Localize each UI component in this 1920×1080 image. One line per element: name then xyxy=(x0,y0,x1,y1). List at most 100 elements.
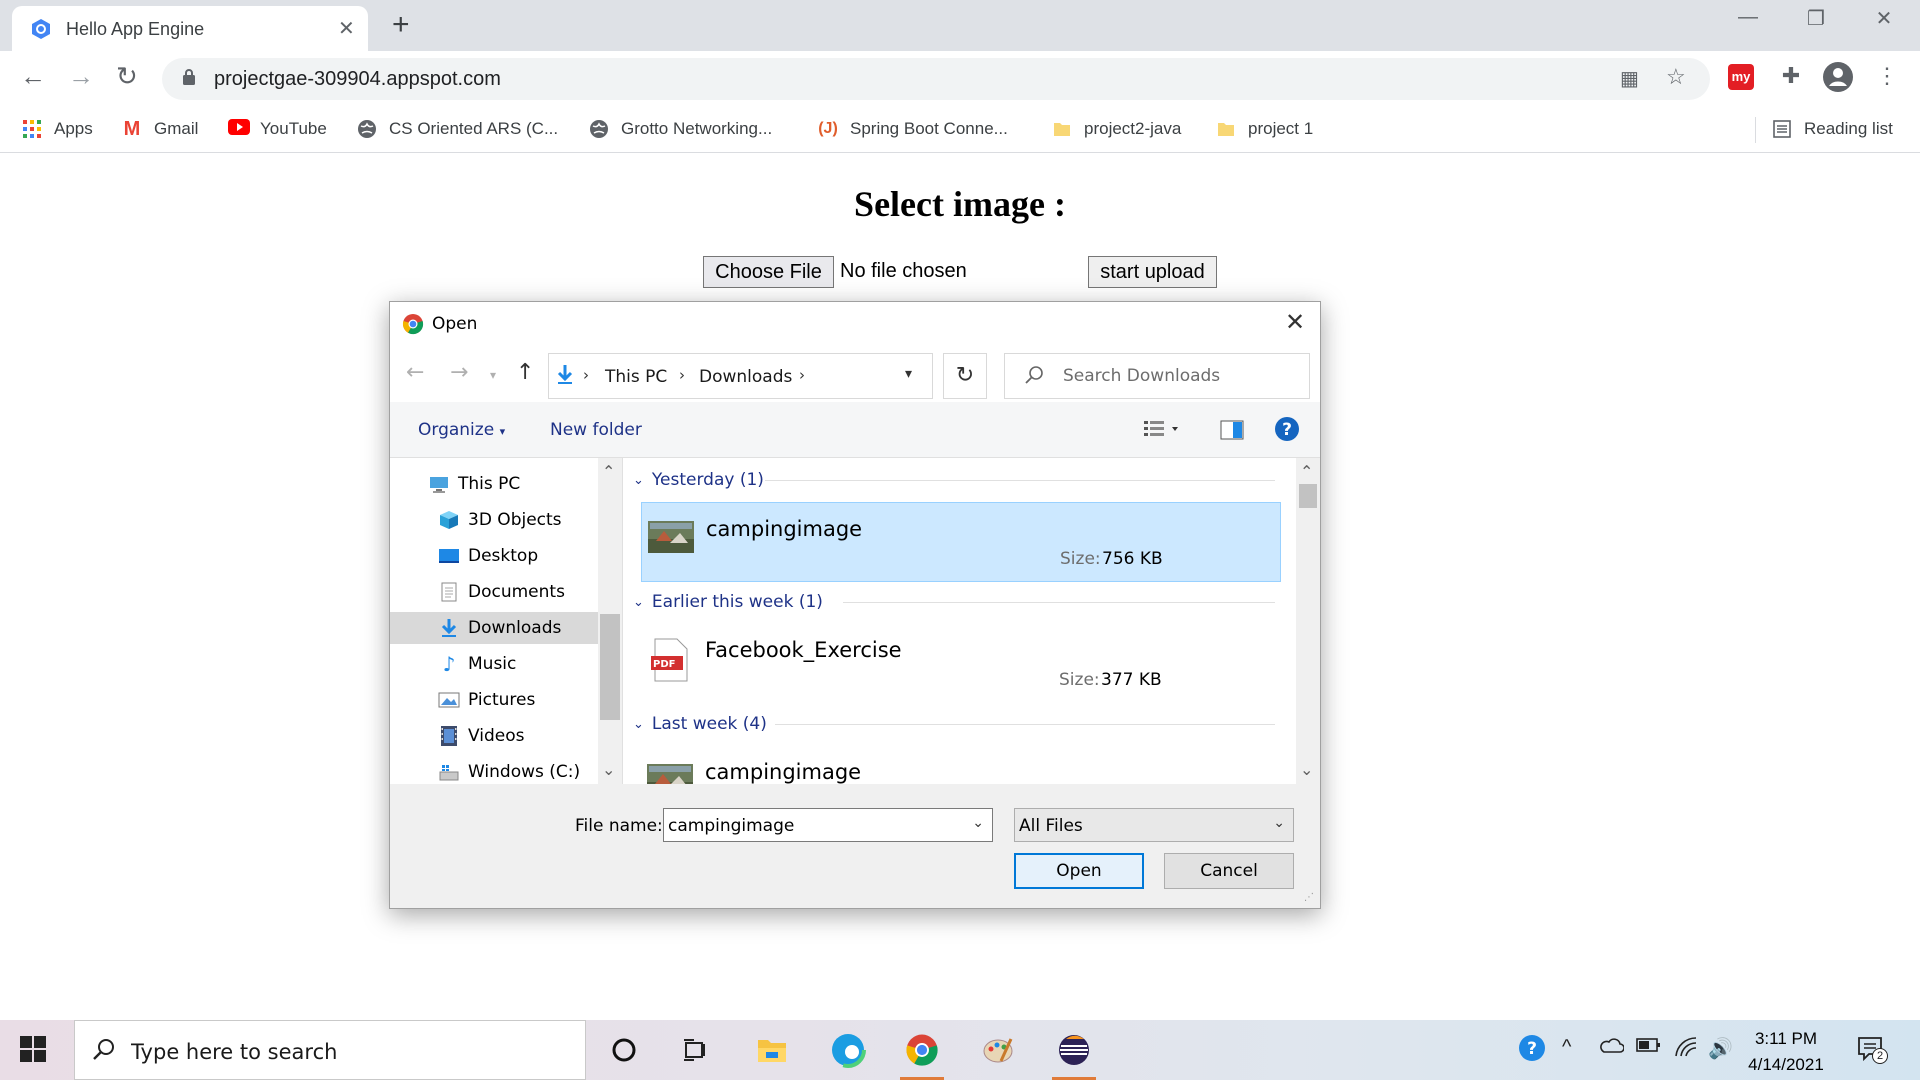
onedrive-icon[interactable] xyxy=(1598,1036,1625,1060)
reading-list-button[interactable]: Reading list xyxy=(1772,115,1893,143)
taskbar-clock[interactable]: 3:11 PM 4/14/2021 xyxy=(1738,1026,1834,1078)
task-view-icon[interactable] xyxy=(670,1026,722,1074)
chevron-down-icon[interactable]: ⌄ xyxy=(972,815,984,831)
nav-item-documents[interactable]: Documents xyxy=(390,576,598,608)
organize-menu[interactable]: Organize ▾ xyxy=(418,420,505,440)
file-item-facebook-exercise[interactable]: PDF Facebook_Exercise Size: 377 KB xyxy=(641,624,1281,704)
restore-button[interactable]: ❐ xyxy=(1786,6,1846,38)
group-header-label: Earlier this week (1) xyxy=(651,592,823,612)
scroll-up-icon[interactable]: ⌃ xyxy=(1300,462,1313,481)
start-upload-button[interactable]: start upload xyxy=(1088,256,1217,288)
edge-icon[interactable] xyxy=(822,1026,874,1074)
nav-item-windows-c[interactable]: Windows (C:) xyxy=(390,756,598,788)
address-dropdown-icon[interactable]: ▾ xyxy=(905,366,912,382)
dialog-search-box[interactable] xyxy=(1004,353,1310,399)
file-item-campingimage-2[interactable]: campingimage xyxy=(641,746,1281,784)
nav-item-videos[interactable]: Videos xyxy=(390,720,598,752)
group-header-earlier-this-week[interactable]: ⌄ Earlier this week (1) xyxy=(633,590,1293,614)
help-icon[interactable]: ? xyxy=(1274,416,1300,446)
recent-locations-icon[interactable]: ▾ xyxy=(490,368,496,382)
close-tab-icon[interactable]: ✕ xyxy=(338,16,355,41)
bookmark-star-icon[interactable]: ☆ xyxy=(1666,64,1686,90)
nav-item-downloads[interactable]: Downloads xyxy=(390,612,598,644)
file-name-input[interactable] xyxy=(668,815,958,837)
new-tab-button[interactable]: + xyxy=(392,8,410,42)
open-button[interactable]: Open xyxy=(1014,853,1144,889)
cube-icon xyxy=(438,509,460,531)
dialog-back-button[interactable]: ← xyxy=(406,360,424,385)
scroll-down-icon[interactable]: ⌄ xyxy=(1300,760,1313,779)
notification-count-badge: 2 xyxy=(1872,1048,1888,1064)
menu-kebab-icon[interactable]: ⋮ xyxy=(1872,63,1902,93)
bookmark-gmail[interactable]: M Gmail xyxy=(122,115,199,143)
folder-icon xyxy=(1052,119,1072,139)
nav-item-this-pc[interactable]: This PC xyxy=(390,468,598,500)
new-folder-button[interactable]: New folder xyxy=(550,420,642,440)
taskbar-search-box[interactable] xyxy=(74,1020,586,1080)
dialog-address-bar[interactable]: › This PC › Downloads › ▾ xyxy=(548,353,933,399)
close-dialog-icon[interactable]: ✕ xyxy=(1285,308,1305,336)
battery-icon[interactable] xyxy=(1636,1036,1662,1060)
nav-item-3d-objects[interactable]: 3D Objects xyxy=(390,504,598,536)
group-header-last-week[interactable]: ⌄ Last week (4) xyxy=(633,712,1293,736)
breadcrumb-this-pc[interactable]: This PC xyxy=(605,367,667,387)
cancel-button[interactable]: Cancel xyxy=(1164,853,1294,889)
profile-avatar-icon[interactable] xyxy=(1822,61,1853,92)
dialog-search-input[interactable] xyxy=(1063,364,1303,388)
nav-item-pictures[interactable]: Pictures xyxy=(390,684,598,716)
breadcrumb-downloads[interactable]: Downloads xyxy=(699,367,792,387)
choose-file-button[interactable]: Choose File xyxy=(703,256,834,288)
bookmark-project2-java[interactable]: project2-java xyxy=(1052,115,1181,143)
scroll-thumb[interactable] xyxy=(600,614,620,720)
scroll-up-icon[interactable]: ⌃ xyxy=(602,462,615,481)
file-list-scrollbar[interactable]: ⌃ ⌄ xyxy=(1296,458,1320,784)
bookmark-grotto[interactable]: Grotto Networking... xyxy=(589,115,772,143)
chrome-taskbar-icon[interactable] xyxy=(896,1026,948,1080)
wifi-icon[interactable] xyxy=(1674,1036,1698,1064)
file-explorer-icon[interactable] xyxy=(746,1026,798,1074)
up-folder-button[interactable]: ↑ xyxy=(516,360,534,385)
help-tray-icon[interactable]: ? xyxy=(1518,1034,1546,1068)
resize-grip-icon[interactable]: ⋰ xyxy=(1304,892,1314,903)
scroll-thumb[interactable] xyxy=(1299,484,1317,508)
view-options-icon[interactable] xyxy=(1142,418,1182,444)
eclipse-icon[interactable] xyxy=(1048,1026,1100,1080)
close-window-button[interactable]: ✕ xyxy=(1854,6,1914,38)
file-type-select[interactable]: All Files ⌄ xyxy=(1014,808,1294,842)
chevron-down-icon: ⌄ xyxy=(1273,815,1285,831)
paint-icon[interactable] xyxy=(972,1026,1024,1074)
nav-item-desktop[interactable]: Desktop xyxy=(390,540,598,572)
taskbar-search-input[interactable] xyxy=(131,1038,551,1066)
bookmark-spring-boot[interactable]: (J) Spring Boot Conne... xyxy=(818,115,1008,143)
reload-button[interactable]: ↻ xyxy=(116,61,138,92)
group-header-yesterday[interactable]: ⌄ Yesterday (1) xyxy=(633,468,1293,492)
search-icon xyxy=(93,1039,114,1060)
bookmark-youtube[interactable]: YouTube xyxy=(228,115,327,143)
browser-tab[interactable]: Hello App Engine ✕ xyxy=(12,6,368,51)
nav-item-music[interactable]: ♪ Music xyxy=(390,648,598,680)
scroll-down-icon[interactable]: ⌄ xyxy=(602,760,615,779)
refresh-button[interactable]: ↻ xyxy=(943,353,987,399)
file-name-combobox[interactable]: ⌄ xyxy=(663,808,993,842)
windows-start-icon[interactable] xyxy=(20,1036,46,1067)
qr-code-icon[interactable]: ▦ xyxy=(1620,66,1639,91)
file-item-campingimage[interactable]: campingimage Size: 756 KB xyxy=(641,502,1281,582)
cortana-icon[interactable] xyxy=(598,1026,650,1074)
preview-pane-icon[interactable] xyxy=(1220,420,1244,444)
myntra-extension-icon[interactable]: my xyxy=(1728,64,1758,94)
extensions-puzzle-icon[interactable]: ✚ xyxy=(1776,63,1806,93)
volume-icon[interactable]: 🔊 xyxy=(1708,1036,1733,1061)
address-bar[interactable]: projectgae-309904.appspot.com ▦ ☆ xyxy=(162,58,1710,100)
bookmark-apps[interactable]: Apps xyxy=(22,115,93,143)
dialog-forward-button[interactable]: → xyxy=(450,360,468,385)
open-file-dialog: Open ✕ ← → ▾ ↑ › This PC › Downloads › ▾… xyxy=(389,301,1321,909)
forward-button[interactable]: → xyxy=(68,61,94,92)
clock-date: 4/14/2021 xyxy=(1748,1055,1824,1074)
nav-pane-scrollbar[interactable]: ⌃ ⌄ xyxy=(598,458,622,784)
notifications-icon[interactable]: 2 xyxy=(1856,1034,1888,1069)
minimize-button[interactable]: — xyxy=(1718,6,1778,38)
bookmark-cs-oriented[interactable]: CS Oriented ARS (C... xyxy=(357,115,558,143)
back-button[interactable]: ← xyxy=(20,61,46,92)
bookmark-project-1[interactable]: project 1 xyxy=(1216,115,1313,143)
show-hidden-icons-icon[interactable]: ^ xyxy=(1562,1036,1571,1059)
